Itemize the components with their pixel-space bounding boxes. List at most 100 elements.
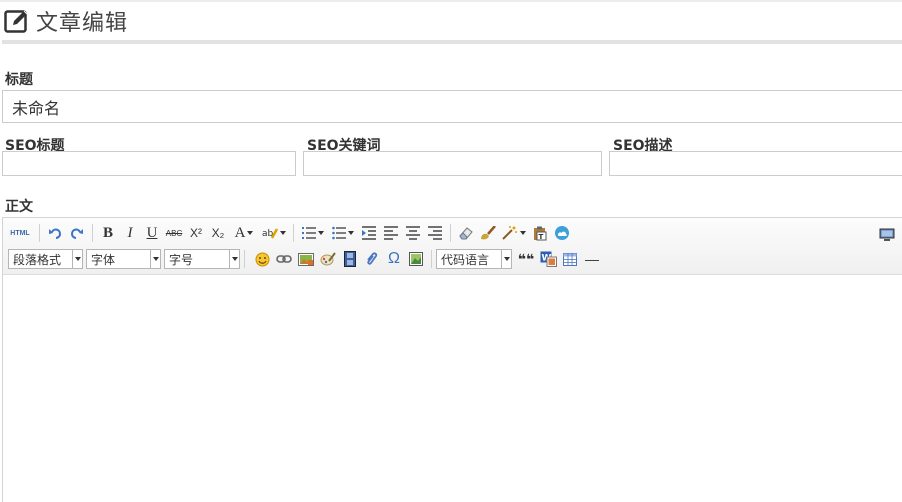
- dropdown-arrow-icon: [229, 250, 239, 268]
- paragraph-format-select[interactable]: 段落格式: [8, 249, 83, 269]
- font-size-value: 字号: [169, 252, 194, 267]
- paste-text-button[interactable]: T: [529, 222, 551, 244]
- editor-toolbar: HTML B I U ABC X² X₂ A ab T 段落格式 字体 字号 Ω…: [3, 218, 902, 275]
- toolbar-row-2: 段落格式 字体 字号 Ω 代码语言 ❝❝ W —: [3, 247, 603, 271]
- background-color-button[interactable]: ab: [259, 222, 289, 244]
- bold-button[interactable]: B: [97, 222, 119, 244]
- rich-text-editor: HTML B I U ABC X² X₂ A ab T 段落格式 字体 字号 Ω…: [2, 217, 902, 502]
- undo-button[interactable]: [44, 222, 66, 244]
- align-right-icon: [428, 226, 442, 240]
- font-family-select[interactable]: 字体: [86, 249, 161, 269]
- smiley-icon: [255, 252, 269, 266]
- magic-wand-icon: [502, 226, 517, 240]
- source-code-button[interactable]: HTML: [5, 222, 35, 244]
- attachment-button[interactable]: [361, 248, 383, 270]
- highlight-icon: ab: [262, 228, 278, 239]
- font-family-value: 字体: [91, 252, 116, 267]
- map-icon: [409, 252, 423, 266]
- redo-button[interactable]: [66, 222, 88, 244]
- page-header: 文章编辑: [4, 4, 128, 38]
- body-label: 正文: [5, 199, 33, 215]
- image-map-button[interactable]: [405, 248, 427, 270]
- monitor-icon: [879, 228, 895, 241]
- source-code-label: HTML: [10, 229, 30, 237]
- link-button[interactable]: [273, 248, 295, 270]
- font-color-button[interactable]: A: [229, 222, 259, 244]
- insert-table-button[interactable]: [559, 248, 581, 270]
- superscript-button[interactable]: X²: [185, 222, 207, 244]
- toolbar-separator: [92, 224, 93, 242]
- paste-icon: T: [534, 226, 547, 241]
- dropdown-caret-icon: [318, 231, 324, 235]
- auto-format-button[interactable]: [499, 222, 529, 244]
- dropdown-caret-icon: [247, 231, 254, 235]
- align-left-icon: [384, 226, 398, 240]
- emoticon-button[interactable]: [251, 248, 273, 270]
- editor-content-area[interactable]: [3, 275, 902, 502]
- italic-button[interactable]: I: [119, 222, 141, 244]
- ordered-list-icon: [302, 227, 316, 239]
- font-size-select[interactable]: 字号: [164, 249, 240, 269]
- page-top-border: [0, 0, 902, 2]
- align-center-icon: [406, 226, 420, 240]
- header-divider: [2, 40, 902, 44]
- clear-format-button[interactable]: [455, 222, 477, 244]
- cloud-icon: [555, 226, 569, 240]
- toolbar-separator: [39, 224, 40, 242]
- align-right-button[interactable]: [424, 222, 446, 244]
- horizontal-rule-button[interactable]: —: [581, 248, 603, 270]
- svg-text:T: T: [539, 233, 544, 241]
- blockquote-button[interactable]: ❝❝: [515, 248, 537, 270]
- word-image-button[interactable]: W: [537, 248, 559, 270]
- link-icon: [276, 255, 292, 263]
- image-button[interactable]: [295, 248, 317, 270]
- special-character-button[interactable]: Ω: [383, 248, 405, 270]
- ordered-list-button[interactable]: [298, 222, 328, 244]
- subscript-button[interactable]: X₂: [207, 222, 229, 244]
- underline-button[interactable]: U: [141, 222, 163, 244]
- redo-icon: [70, 228, 83, 239]
- seo-description-input[interactable]: [609, 151, 902, 176]
- dropdown-arrow-icon: [72, 250, 82, 268]
- brush-icon: [481, 226, 496, 240]
- toolbar-separator: [244, 250, 245, 268]
- unordered-list-icon: [332, 226, 346, 240]
- title-label: 标题: [5, 72, 33, 88]
- title-input[interactable]: [2, 90, 902, 123]
- seo-keywords-input[interactable]: [303, 151, 602, 176]
- toolbar-separator: [431, 250, 432, 268]
- dropdown-caret-icon: [520, 231, 526, 235]
- indent-button[interactable]: [358, 222, 380, 244]
- word-image-icon: W: [540, 251, 557, 267]
- toolbar-separator: [293, 224, 294, 242]
- paragraph-format-value: 段落格式: [13, 252, 62, 267]
- dropdown-arrow-icon: [150, 250, 160, 268]
- code-language-select[interactable]: 代码语言: [436, 249, 512, 269]
- dropdown-arrow-icon: [501, 250, 511, 268]
- scrawl-button[interactable]: [317, 248, 339, 270]
- toolbar-separator: [450, 224, 451, 242]
- paperclip-icon: [367, 252, 378, 265]
- dropdown-caret-icon: [280, 231, 286, 235]
- unordered-list-button[interactable]: [328, 222, 358, 244]
- table-icon: [563, 252, 577, 266]
- undo-icon: [49, 228, 62, 239]
- edit-icon: [4, 10, 28, 33]
- eraser-icon: [459, 227, 473, 240]
- video-button[interactable]: [339, 248, 361, 270]
- scrawl-icon: [320, 252, 336, 266]
- indent-icon: [362, 226, 376, 240]
- align-left-button[interactable]: [380, 222, 402, 244]
- film-icon: [344, 251, 356, 267]
- toolbar-row-1: HTML B I U ABC X² X₂ A ab T: [3, 221, 573, 245]
- dropdown-caret-icon: [348, 231, 354, 235]
- font-color-label: A: [234, 224, 246, 241]
- fullscreen-button[interactable]: [876, 224, 898, 246]
- image-icon: [298, 253, 314, 266]
- cloud-drive-button[interactable]: [551, 222, 573, 244]
- seo-title-input[interactable]: [2, 151, 296, 176]
- strikethrough-button[interactable]: ABC: [163, 222, 185, 244]
- code-language-value: 代码语言: [441, 252, 490, 267]
- format-painter-button[interactable]: [477, 222, 499, 244]
- align-center-button[interactable]: [402, 222, 424, 244]
